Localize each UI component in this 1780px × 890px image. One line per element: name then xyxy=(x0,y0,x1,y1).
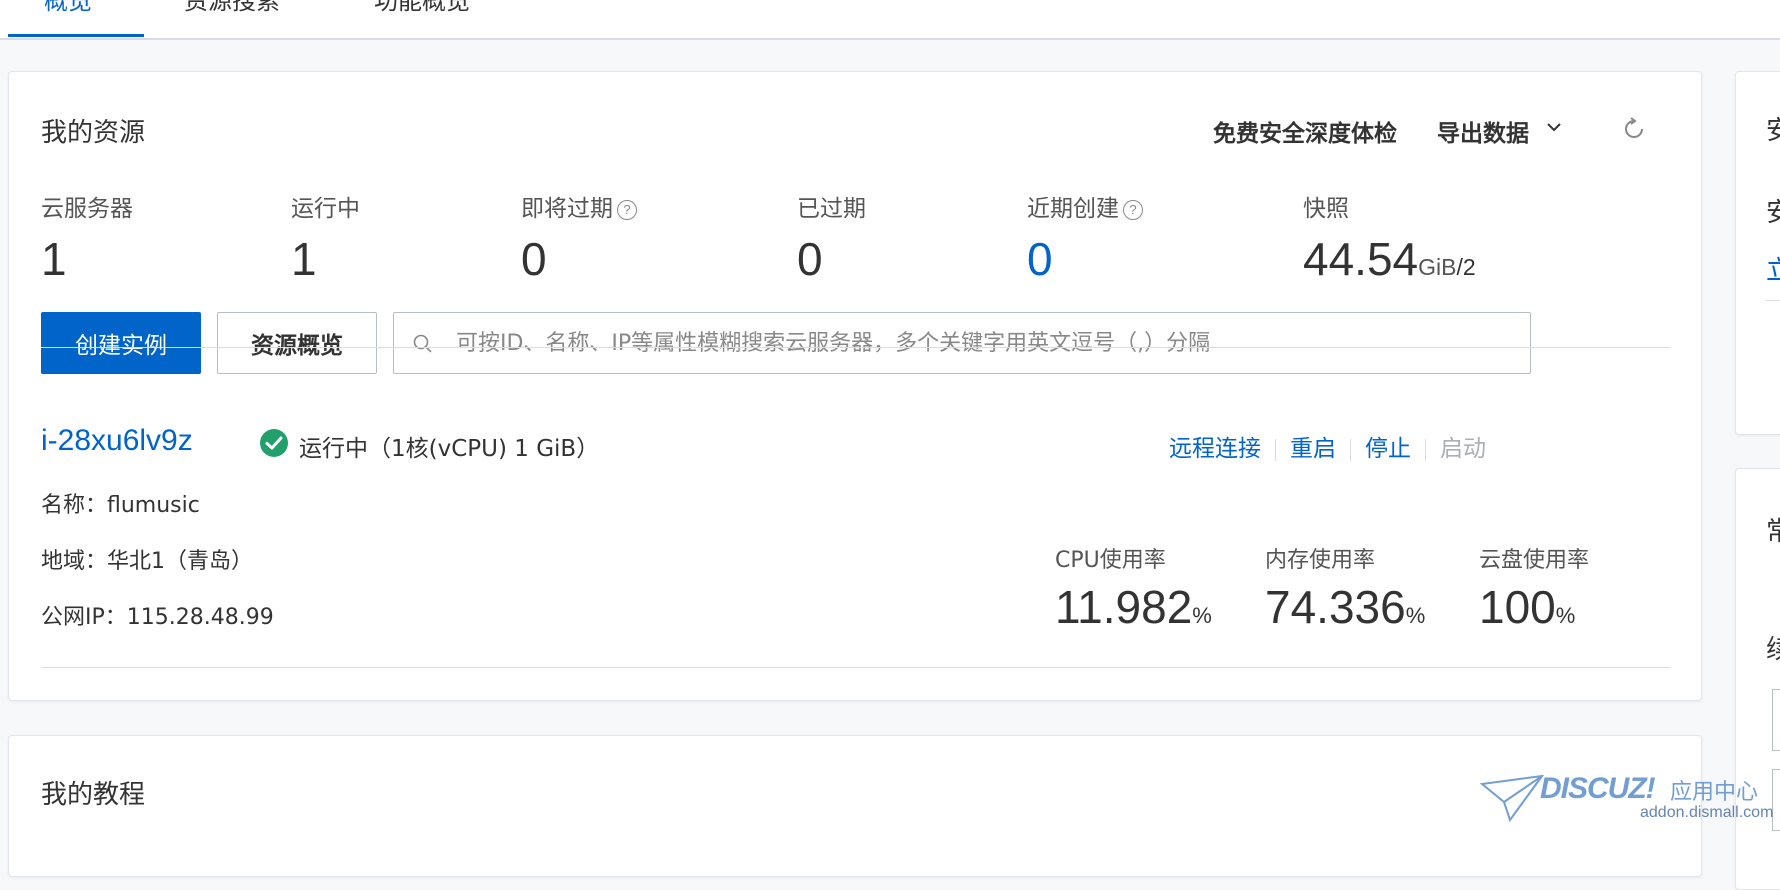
stat-label-expired: 已过期 xyxy=(797,196,866,222)
security-card-text: 安 xyxy=(1766,198,1780,228)
memory-usage-value: 74.336% xyxy=(1265,580,1425,634)
cpu-usage-number: 11.982 xyxy=(1055,581,1193,633)
cpu-usage-value: 11.982% xyxy=(1055,580,1212,634)
stop-link[interactable]: 停止 xyxy=(1365,436,1411,462)
watermark-brand: DISCUZ! xyxy=(1540,772,1656,805)
instance-region: 地域：华北1（青岛） xyxy=(41,549,253,574)
stat-label-snapshot: 快照 xyxy=(1303,196,1349,222)
common-card-title: 常 xyxy=(1766,517,1780,547)
recent-label-text: 近期创建 xyxy=(1027,196,1119,222)
percent-unit: % xyxy=(1405,603,1426,628)
restart-link[interactable]: 重启 xyxy=(1290,436,1336,462)
divider xyxy=(1766,300,1780,301)
search-input[interactable] xyxy=(454,313,1518,373)
separator xyxy=(1425,438,1426,461)
memory-usage-number: 74.336 xyxy=(1265,581,1406,633)
free-security-check-link[interactable]: 免费安全深度体检 xyxy=(1213,114,1397,148)
stat-label-running: 运行中 xyxy=(291,196,360,222)
help-icon[interactable]: ? xyxy=(1123,199,1143,220)
instance-public-ip: 公网IP：115.28.48.99 xyxy=(41,605,274,630)
remote-connect-link[interactable]: 远程连接 xyxy=(1169,436,1261,462)
instance-name: 名称：flumusic xyxy=(41,493,200,518)
instance-status: 运行中（1核(vCPU) 1 GiB） xyxy=(299,436,600,462)
tab-resource-search[interactable]: 资源搜索 xyxy=(184,0,280,16)
top-tabs: 概览 资源搜索 功能概览 xyxy=(0,0,1780,40)
help-icon[interactable]: ? xyxy=(617,199,637,220)
disk-usage-label: 云盘使用率 xyxy=(1479,548,1590,573)
watermark: DISCUZ! 应用中心 addon.dismall.com xyxy=(1480,770,1774,830)
instance-id-link[interactable]: i-28xu6lv9z xyxy=(41,424,193,458)
disk-usage-value: 100% xyxy=(1479,580,1575,634)
snapshot-size: 44.54 xyxy=(1303,233,1419,285)
tutorials-title: 我的教程 xyxy=(41,780,146,810)
snapshot-unit: GiB xyxy=(1418,254,1457,280)
paper-plane-icon xyxy=(1480,774,1544,823)
expiring-label-text: 即将过期 xyxy=(521,196,613,222)
stat-value-servers[interactable]: 1 xyxy=(41,232,67,286)
search-icon xyxy=(413,334,432,353)
disk-usage-number: 100 xyxy=(1479,581,1556,633)
stat-value-expired[interactable]: 0 xyxy=(797,232,823,286)
my-resources-card: 我的资源 免费安全深度体检 导出数据 云服务器 1 运行中 1 即将过期? 0 … xyxy=(8,71,1702,701)
cpu-usage-label: CPU使用率 xyxy=(1055,548,1166,573)
snapshot-count: /2 xyxy=(1456,254,1476,280)
common-card-input[interactable] xyxy=(1772,689,1780,751)
active-tab-indicator xyxy=(8,34,144,37)
resource-overview-button[interactable]: 资源概览 xyxy=(217,312,377,374)
security-card-title: 安 xyxy=(1766,116,1780,146)
chevron-down-icon[interactable] xyxy=(1547,120,1561,134)
stat-value-running[interactable]: 1 xyxy=(291,232,317,286)
tab-feature-overview[interactable]: 功能概览 xyxy=(374,0,470,16)
separator xyxy=(1350,438,1351,461)
stat-label-servers: 云服务器 xyxy=(41,196,133,222)
refresh-icon[interactable] xyxy=(1621,116,1647,142)
export-data-dropdown[interactable]: 导出数据 xyxy=(1437,114,1529,148)
stat-label-recent: 近期创建? xyxy=(1027,189,1143,223)
common-card-text: 续 xyxy=(1766,635,1780,665)
percent-unit: % xyxy=(1192,603,1212,628)
stat-value-recent[interactable]: 0 xyxy=(1027,232,1053,286)
separator xyxy=(1275,438,1276,461)
security-card: 安 安 立 xyxy=(1735,71,1780,435)
stat-label-expiring: 即将过期? xyxy=(521,189,637,223)
tab-overview[interactable]: 概览 xyxy=(44,0,92,16)
start-link: 启动 xyxy=(1440,436,1486,462)
search-box xyxy=(393,312,1531,374)
memory-usage-label: 内存使用率 xyxy=(1265,548,1376,573)
create-instance-button[interactable]: 创建实例 xyxy=(41,312,201,374)
divider xyxy=(41,347,1671,348)
resources-title: 我的资源 xyxy=(41,118,146,148)
security-card-link[interactable]: 立 xyxy=(1766,250,1780,287)
percent-unit: % xyxy=(1555,603,1576,628)
instance-actions: 远程连接 重启 停止 启动 xyxy=(1169,429,1486,463)
stat-value-snapshot[interactable]: 44.54GiB/2 xyxy=(1303,232,1476,286)
stat-value-expiring[interactable]: 0 xyxy=(521,232,547,286)
divider xyxy=(41,667,1671,668)
check-circle-icon xyxy=(260,429,288,457)
my-tutorials-card: 我的教程 xyxy=(8,735,1702,877)
watermark-url: addon.dismall.com xyxy=(1640,804,1774,821)
watermark-cn: 应用中心 xyxy=(1670,780,1759,805)
